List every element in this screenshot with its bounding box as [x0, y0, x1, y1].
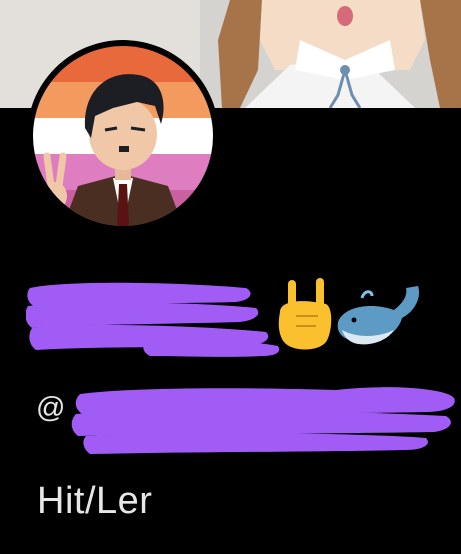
avatar[interactable] [27, 40, 219, 232]
redaction-scribble [25, 282, 280, 357]
handle-at-symbol: @ [36, 392, 66, 424]
avatar-illustration-icon [33, 46, 213, 226]
handle-row: @ [36, 378, 461, 468]
whale-emoji-icon [337, 286, 420, 345]
display-name-row [25, 272, 446, 368]
handle-redaction-scribble [71, 387, 455, 454]
sign-of-horns-emoji-icon [278, 278, 332, 350]
profile-bio: Hit/Ler [37, 480, 153, 522]
